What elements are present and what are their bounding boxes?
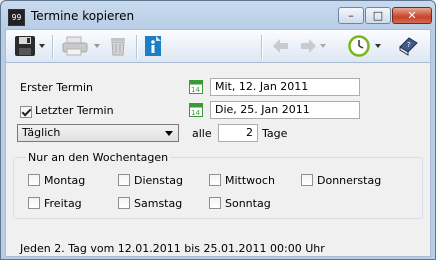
save-button[interactable] — [14, 35, 45, 59]
forward-arrow-icon — [301, 39, 316, 53]
calendar-icon[interactable]: 14 — [189, 79, 203, 94]
thursday-checkbox[interactable] — [301, 174, 313, 186]
monday-label: Montag — [44, 174, 86, 187]
interval-field[interactable]: 2 — [218, 124, 258, 142]
last-date-checkbox[interactable] — [20, 106, 32, 118]
title-bar: 99 Termine kopieren – □ ✕ — [1, 1, 435, 29]
first-date-label: Erster Termin — [20, 81, 93, 94]
minimize-icon: – — [348, 9, 354, 22]
summary-text: Jeden 2. Tag vom 12.01.2011 bis 25.01.20… — [20, 242, 325, 255]
tuesday-checkbox[interactable] — [118, 174, 130, 186]
back-button[interactable] — [272, 35, 292, 59]
weekdays-group-title: Nur an den Wochentagen — [26, 151, 171, 164]
sunday-checkbox[interactable] — [209, 197, 221, 209]
clock-icon — [348, 35, 370, 57]
forward-dropdown-icon[interactable] — [320, 44, 326, 48]
saturday-label: Samstag — [134, 197, 183, 210]
wednesday-label: Mittwoch — [225, 174, 275, 187]
saturday-checkbox[interactable] — [118, 197, 130, 209]
unit-label: Tage — [262, 127, 288, 140]
svg-text:14: 14 — [191, 109, 200, 117]
svg-text:?: ? — [407, 41, 411, 49]
back-arrow-icon — [273, 39, 288, 53]
save-dropdown-icon[interactable] — [39, 44, 45, 48]
friday-checkbox[interactable] — [28, 197, 40, 209]
app-icon: 99 — [8, 9, 25, 26]
print-icon — [62, 36, 88, 56]
form-area: Erster Termin 14 Mit, 12. Jan 2011 Letzt… — [5, 63, 431, 257]
window-title: Termine kopieren — [31, 9, 135, 23]
tuesday-label: Dienstag — [134, 174, 184, 187]
close-icon: ✕ — [407, 9, 417, 22]
first-date-field[interactable]: Mit, 12. Jan 2011 — [210, 78, 360, 96]
print-dropdown-icon[interactable] — [94, 44, 100, 48]
clock-button[interactable] — [348, 35, 381, 59]
minimize-button[interactable]: – — [338, 7, 364, 24]
last-date-label: Letzter Termin — [35, 104, 114, 117]
frequency-value: Täglich — [22, 126, 61, 139]
svg-text:14: 14 — [191, 86, 200, 94]
clock-dropdown-icon[interactable] — [375, 44, 381, 48]
friday-label: Freitag — [44, 197, 82, 210]
help-book-icon: ? — [399, 37, 418, 56]
info-button[interactable] — [143, 35, 165, 59]
delete-icon — [111, 38, 125, 56]
forward-button[interactable] — [299, 35, 327, 59]
toolbar: ? — [5, 29, 431, 63]
dialog-window: 99 Termine kopieren – □ ✕ ? Erster Termi… — [0, 0, 436, 260]
monday-checkbox[interactable] — [28, 174, 40, 186]
delete-button[interactable] — [108, 35, 130, 59]
every-label: alle — [192, 127, 212, 140]
calendar-icon[interactable]: 14 — [189, 102, 203, 117]
last-date-field[interactable]: Die, 25. Jan 2011 — [210, 101, 360, 119]
close-button[interactable]: ✕ — [392, 7, 432, 24]
wednesday-checkbox[interactable] — [209, 174, 221, 186]
sunday-label: Sonntag — [225, 197, 271, 210]
maximize-icon: □ — [372, 9, 384, 22]
thursday-label: Donnerstag — [317, 174, 382, 187]
frequency-select[interactable]: Täglich — [17, 124, 179, 142]
help-button[interactable]: ? — [397, 35, 421, 59]
info-icon — [145, 36, 161, 56]
print-button[interactable] — [61, 35, 101, 59]
chevron-down-icon — [165, 131, 173, 136]
maximize-button[interactable]: □ — [365, 7, 391, 24]
save-icon — [15, 36, 35, 56]
